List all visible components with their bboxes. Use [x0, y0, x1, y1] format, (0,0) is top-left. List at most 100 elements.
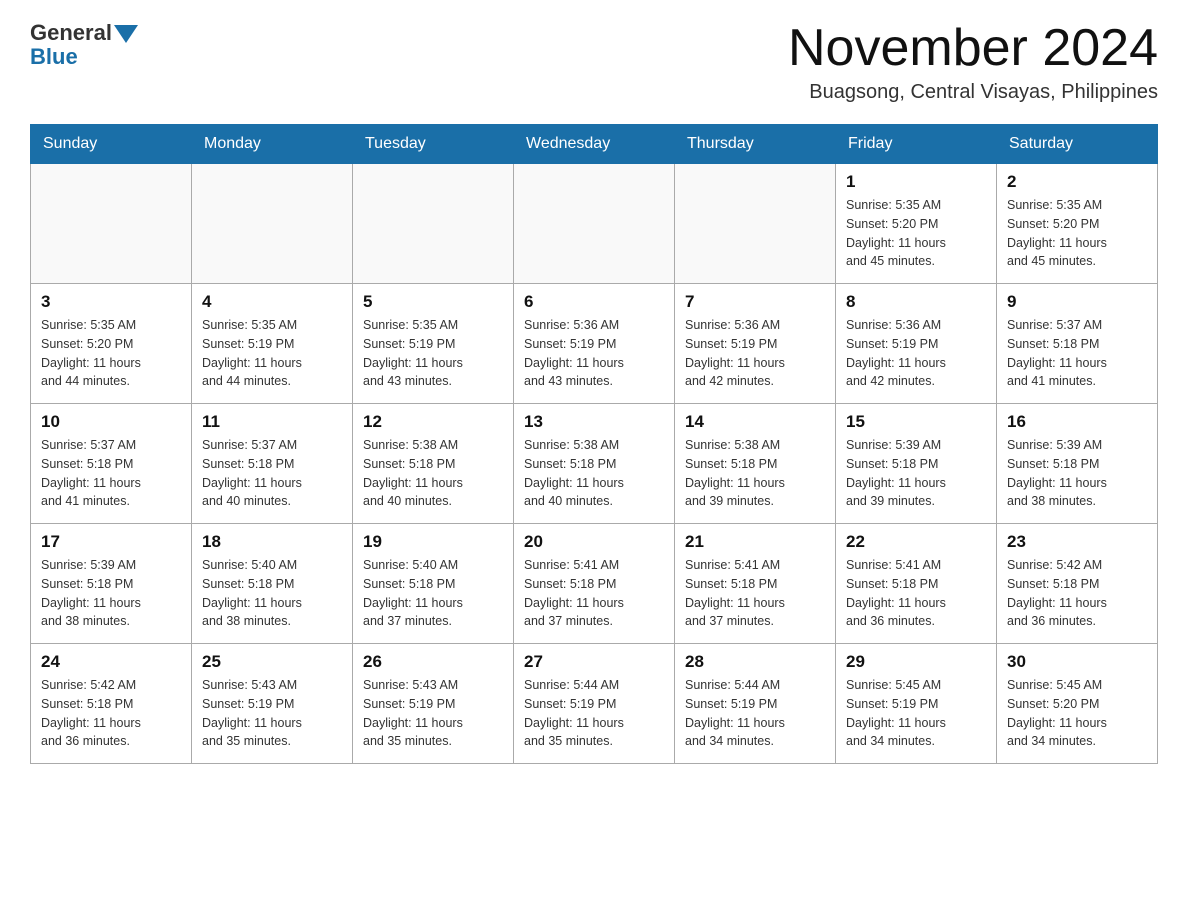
calendar-cell: 8 Sunrise: 5:36 AM Sunset: 5:19 PM Daylig…	[836, 284, 997, 404]
day-info: Sunrise: 5:36 AM Sunset: 5:19 PM Dayligh…	[524, 316, 664, 391]
day-number: 1	[846, 172, 986, 192]
day-number: 21	[685, 532, 825, 552]
calendar-header-row: SundayMondayTuesdayWednesdayThursdayFrid…	[31, 125, 1158, 164]
calendar-cell	[31, 164, 192, 284]
day-number: 28	[685, 652, 825, 672]
calendar-cell: 19 Sunrise: 5:40 AM Sunset: 5:18 PM Dayli…	[353, 524, 514, 644]
day-info: Sunrise: 5:43 AM Sunset: 5:19 PM Dayligh…	[202, 676, 342, 751]
calendar-cell: 2 Sunrise: 5:35 AM Sunset: 5:20 PM Daylig…	[997, 164, 1158, 284]
day-info: Sunrise: 5:43 AM Sunset: 5:19 PM Dayligh…	[363, 676, 503, 751]
day-info: Sunrise: 5:35 AM Sunset: 5:19 PM Dayligh…	[202, 316, 342, 391]
calendar-title: November 2024	[788, 20, 1158, 77]
day-number: 24	[41, 652, 181, 672]
calendar-cell: 22Sunrise: 5:41 AM Sunset: 5:18 PM Dayli…	[836, 524, 997, 644]
title-block: November 2024 Buagsong, Central Visayas,…	[788, 20, 1158, 104]
calendar-week-row: 10 Sunrise: 5:37 AM Sunset: 5:18 PM Dayli…	[31, 404, 1158, 524]
calendar-cell: 26 Sunrise: 5:43 AM Sunset: 5:19 PM Dayli…	[353, 644, 514, 764]
day-number: 8	[846, 292, 986, 312]
day-info: Sunrise: 5:40 AM Sunset: 5:18 PM Dayligh…	[202, 556, 342, 631]
day-number: 5	[363, 292, 503, 312]
day-info: Sunrise: 5:35 AM Sunset: 5:19 PM Dayligh…	[363, 316, 503, 391]
day-number: 19	[363, 532, 503, 552]
calendar-week-row: 1 Sunrise: 5:35 AM Sunset: 5:20 PM Daylig…	[31, 164, 1158, 284]
calendar-cell: 23Sunrise: 5:42 AM Sunset: 5:18 PM Dayli…	[997, 524, 1158, 644]
day-number: 22	[846, 532, 986, 552]
calendar-cell	[675, 164, 836, 284]
day-number: 10	[41, 412, 181, 432]
day-number: 17	[41, 532, 181, 552]
column-header-tuesday: Tuesday	[353, 125, 514, 164]
calendar-week-row: 24 Sunrise: 5:42 AM Sunset: 5:18 PM Dayli…	[31, 644, 1158, 764]
calendar-cell: 5 Sunrise: 5:35 AM Sunset: 5:19 PM Daylig…	[353, 284, 514, 404]
day-info: Sunrise: 5:40 AM Sunset: 5:18 PM Dayligh…	[363, 556, 503, 631]
calendar-cell: 18 Sunrise: 5:40 AM Sunset: 5:18 PM Dayli…	[192, 524, 353, 644]
day-info: Sunrise: 5:37 AM Sunset: 5:18 PM Dayligh…	[1007, 316, 1147, 391]
day-number: 13	[524, 412, 664, 432]
calendar-cell: 9 Sunrise: 5:37 AM Sunset: 5:18 PM Daylig…	[997, 284, 1158, 404]
day-number: 18	[202, 532, 342, 552]
day-info: Sunrise: 5:37 AM Sunset: 5:18 PM Dayligh…	[202, 436, 342, 511]
calendar-cell: 30Sunrise: 5:45 AM Sunset: 5:20 PM Dayli…	[997, 644, 1158, 764]
day-number: 16	[1007, 412, 1147, 432]
column-header-monday: Monday	[192, 125, 353, 164]
day-info: Sunrise: 5:39 AM Sunset: 5:18 PM Dayligh…	[41, 556, 181, 631]
column-header-wednesday: Wednesday	[514, 125, 675, 164]
day-info: Sunrise: 5:37 AM Sunset: 5:18 PM Dayligh…	[41, 436, 181, 511]
day-number: 4	[202, 292, 342, 312]
logo-blue-text: Blue	[30, 44, 138, 70]
calendar-cell: 25 Sunrise: 5:43 AM Sunset: 5:19 PM Dayli…	[192, 644, 353, 764]
column-header-saturday: Saturday	[997, 125, 1158, 164]
day-number: 25	[202, 652, 342, 672]
calendar-week-row: 17 Sunrise: 5:39 AM Sunset: 5:18 PM Dayli…	[31, 524, 1158, 644]
day-info: Sunrise: 5:36 AM Sunset: 5:19 PM Dayligh…	[685, 316, 825, 391]
day-number: 29	[846, 652, 986, 672]
calendar-cell: 28Sunrise: 5:44 AM Sunset: 5:19 PM Dayli…	[675, 644, 836, 764]
calendar-cell: 11 Sunrise: 5:37 AM Sunset: 5:18 PM Dayli…	[192, 404, 353, 524]
day-info: Sunrise: 5:35 AM Sunset: 5:20 PM Dayligh…	[41, 316, 181, 391]
day-number: 27	[524, 652, 664, 672]
calendar-cell: 3 Sunrise: 5:35 AM Sunset: 5:20 PM Daylig…	[31, 284, 192, 404]
day-number: 11	[202, 412, 342, 432]
calendar-cell: 10 Sunrise: 5:37 AM Sunset: 5:18 PM Dayli…	[31, 404, 192, 524]
calendar-cell	[353, 164, 514, 284]
day-info: Sunrise: 5:39 AM Sunset: 5:18 PM Dayligh…	[1007, 436, 1147, 511]
day-number: 12	[363, 412, 503, 432]
day-info: Sunrise: 5:45 AM Sunset: 5:20 PM Dayligh…	[1007, 676, 1147, 751]
calendar-cell: 7 Sunrise: 5:36 AM Sunset: 5:19 PM Daylig…	[675, 284, 836, 404]
day-info: Sunrise: 5:38 AM Sunset: 5:18 PM Dayligh…	[363, 436, 503, 511]
calendar-week-row: 3 Sunrise: 5:35 AM Sunset: 5:20 PM Daylig…	[31, 284, 1158, 404]
day-info: Sunrise: 5:35 AM Sunset: 5:20 PM Dayligh…	[1007, 196, 1147, 271]
calendar-cell: 1 Sunrise: 5:35 AM Sunset: 5:20 PM Daylig…	[836, 164, 997, 284]
column-header-friday: Friday	[836, 125, 997, 164]
day-number: 6	[524, 292, 664, 312]
day-info: Sunrise: 5:42 AM Sunset: 5:18 PM Dayligh…	[41, 676, 181, 751]
calendar-cell: 21 Sunrise: 5:41 AM Sunset: 5:18 PM Dayli…	[675, 524, 836, 644]
calendar-subtitle: Buagsong, Central Visayas, Philippines	[788, 81, 1158, 104]
day-info: Sunrise: 5:41 AM Sunset: 5:18 PM Dayligh…	[524, 556, 664, 631]
day-info: Sunrise: 5:38 AM Sunset: 5:18 PM Dayligh…	[685, 436, 825, 511]
day-info: Sunrise: 5:36 AM Sunset: 5:19 PM Dayligh…	[846, 316, 986, 391]
day-number: 15	[846, 412, 986, 432]
day-number: 9	[1007, 292, 1147, 312]
calendar-cell: 20 Sunrise: 5:41 AM Sunset: 5:18 PM Dayli…	[514, 524, 675, 644]
day-number: 26	[363, 652, 503, 672]
day-number: 2	[1007, 172, 1147, 192]
day-number: 23	[1007, 532, 1147, 552]
day-info: Sunrise: 5:35 AM Sunset: 5:20 PM Dayligh…	[846, 196, 986, 271]
day-info: Sunrise: 5:41 AM Sunset: 5:18 PM Dayligh…	[685, 556, 825, 631]
column-header-sunday: Sunday	[31, 125, 192, 164]
calendar-cell: 12 Sunrise: 5:38 AM Sunset: 5:18 PM Dayli…	[353, 404, 514, 524]
column-header-thursday: Thursday	[675, 125, 836, 164]
logo: General Blue	[30, 20, 138, 70]
calendar-cell: 17 Sunrise: 5:39 AM Sunset: 5:18 PM Dayli…	[31, 524, 192, 644]
day-info: Sunrise: 5:44 AM Sunset: 5:19 PM Dayligh…	[524, 676, 664, 751]
calendar-cell: 16 Sunrise: 5:39 AM Sunset: 5:18 PM Dayli…	[997, 404, 1158, 524]
calendar-cell: 4 Sunrise: 5:35 AM Sunset: 5:19 PM Daylig…	[192, 284, 353, 404]
calendar-cell: 13Sunrise: 5:38 AM Sunset: 5:18 PM Dayli…	[514, 404, 675, 524]
day-number: 3	[41, 292, 181, 312]
calendar-cell: 29 Sunrise: 5:45 AM Sunset: 5:19 PM Dayli…	[836, 644, 997, 764]
day-info: Sunrise: 5:45 AM Sunset: 5:19 PM Dayligh…	[846, 676, 986, 751]
day-number: 20	[524, 532, 664, 552]
day-number: 7	[685, 292, 825, 312]
calendar-cell: 14Sunrise: 5:38 AM Sunset: 5:18 PM Dayli…	[675, 404, 836, 524]
